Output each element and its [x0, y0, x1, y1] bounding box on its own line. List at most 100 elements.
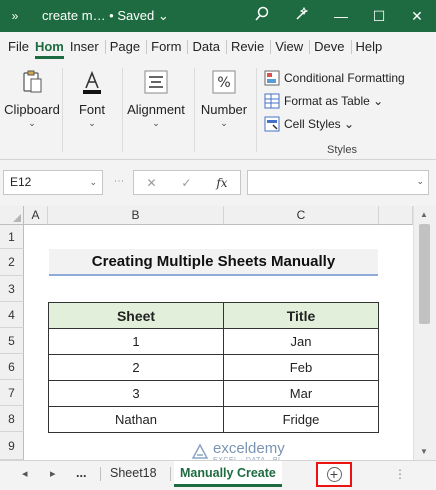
row-header[interactable]: 9: [0, 432, 24, 460]
tab-separator: [146, 40, 148, 54]
tab-data[interactable]: Data: [190, 32, 221, 62]
table-cell[interactable]: 2: [48, 354, 224, 381]
row-header[interactable]: 2: [0, 249, 24, 276]
alignment-group[interactable]: Alignment ⌄: [124, 66, 188, 129]
scroll-thumb[interactable]: [419, 224, 430, 324]
font-label: Font: [78, 102, 105, 117]
number-label: Number: [200, 102, 248, 117]
tab-help[interactable]: Help: [354, 32, 385, 62]
chevron-down-icon: ⌄: [88, 118, 96, 128]
formula-bar-grip[interactable]: ⋮: [113, 176, 124, 185]
table-cell[interactable]: Jan: [223, 328, 379, 355]
font-color-icon: [83, 70, 101, 94]
tab-formulas[interactable]: Form: [149, 32, 183, 62]
name-box[interactable]: E12 ⌄: [3, 170, 103, 195]
number-group[interactable]: % Number ⌄: [196, 66, 252, 129]
column-header-a[interactable]: A: [24, 206, 48, 225]
chevron-down-icon[interactable]: ⌄: [416, 176, 424, 187]
tab-separator: [104, 40, 106, 54]
table-cell[interactable]: Fridge: [223, 406, 379, 433]
watermark-name: exceldemy: [213, 440, 285, 457]
table-row: 3 Mar: [48, 380, 379, 407]
divider: [256, 68, 257, 152]
table-cell[interactable]: 3: [48, 380, 224, 407]
close-button[interactable]: ✕: [398, 8, 436, 25]
next-sheet-icon[interactable]: ▸: [50, 467, 56, 480]
tab-insert[interactable]: Inser: [68, 32, 101, 62]
more-sheets-button[interactable]: ...: [70, 461, 92, 487]
format-as-table-button[interactable]: Format as Table ⌄: [260, 89, 436, 112]
minimize-button[interactable]: —: [322, 8, 360, 24]
percent-icon: %: [212, 70, 236, 94]
vertical-scrollbar[interactable]: ▲ ▼: [413, 206, 436, 460]
tab-review[interactable]: Revie: [229, 32, 266, 62]
tab-page-layout[interactable]: Page: [108, 32, 142, 62]
cell-styles-button[interactable]: Cell Styles ⌄: [260, 112, 436, 135]
row-header[interactable]: 7: [0, 380, 24, 406]
tab-home[interactable]: Hom: [33, 32, 66, 62]
sheet-bar-grip[interactable]: ⋮: [394, 467, 406, 481]
maximize-button[interactable]: ☐: [360, 8, 398, 25]
row-header[interactable]: 4: [0, 302, 24, 328]
row-header[interactable]: 5: [0, 328, 24, 354]
tab-view[interactable]: View: [273, 32, 305, 62]
table-cell[interactable]: Nathan: [48, 406, 224, 433]
cell-styles-label: Cell Styles ⌄: [284, 116, 355, 131]
align-icon: [144, 70, 168, 94]
conditional-formatting-button[interactable]: Conditional Formatting: [260, 66, 436, 89]
search-icon[interactable]: [242, 6, 282, 26]
font-group[interactable]: Font ⌄: [66, 66, 118, 129]
row-header[interactable]: 1: [0, 225, 24, 249]
format-as-table-label: Format as Table ⌄: [284, 93, 384, 108]
sheet-title-cell[interactable]: Creating Multiple Sheets Manually: [49, 249, 378, 276]
sheet-tab-sheet18[interactable]: Sheet18: [104, 461, 163, 487]
table-cell[interactable]: Mar: [223, 380, 379, 407]
cancel-icon[interactable]: ✕: [146, 176, 156, 190]
tab-separator: [350, 40, 352, 54]
table-cell[interactable]: Feb: [223, 354, 379, 381]
divider: [122, 68, 123, 152]
row-header[interactable]: 8: [0, 406, 24, 432]
divider: [100, 467, 101, 481]
clipboard-icon: [23, 70, 42, 93]
table-cell[interactable]: 1: [48, 328, 224, 355]
table-row: Nathan Fridge: [48, 406, 379, 433]
new-sheet-button[interactable]: +: [316, 462, 352, 487]
table-header-sheet[interactable]: Sheet: [48, 302, 224, 329]
conditional-formatting-label: Conditional Formatting: [284, 70, 405, 85]
insert-function-button[interactable]: fx: [216, 176, 227, 190]
format-table-icon: [264, 93, 280, 108]
svg-text:%: %: [217, 75, 230, 91]
prev-sheet-icon[interactable]: ◂: [22, 467, 28, 480]
clipboard-label: Clipboard: [4, 102, 60, 117]
sheet-tab-manually-create[interactable]: Manually Create: [174, 461, 282, 487]
worksheet-grid[interactable]: A B C 1 2 3 4 5 6 7 8 9 Creating Multipl…: [0, 206, 436, 464]
tab-file[interactable]: File: [6, 32, 31, 62]
scroll-down-icon[interactable]: ▼: [420, 447, 428, 456]
row-header[interactable]: 3: [0, 276, 24, 302]
data-table: Sheet Title 1 Jan 2 Feb 3 Mar Nathan Fri…: [48, 302, 379, 433]
workbook-title[interactable]: create m… • Saved ⌄: [30, 8, 242, 24]
table-row: 2 Feb: [48, 354, 379, 381]
clipboard-group[interactable]: Clipboard ⌄: [4, 66, 60, 129]
column-header-d[interactable]: [379, 206, 413, 225]
formula-input[interactable]: ⌄: [247, 170, 429, 195]
enter-icon[interactable]: ✓: [181, 176, 191, 190]
select-all-corner[interactable]: [0, 206, 24, 225]
wand-icon[interactable]: [282, 6, 322, 26]
table-header-title[interactable]: Title: [223, 302, 379, 329]
cell-styles-icon: [264, 116, 280, 131]
quick-access-expand[interactable]: »: [0, 9, 30, 23]
sheet-tabs-bar: ◂ ▸ ... Sheet18 Manually Create + ⋮: [0, 460, 436, 490]
chevron-down-icon[interactable]: ⌄: [89, 171, 97, 194]
tab-separator: [309, 40, 311, 54]
ribbon: Clipboard ⌄ Font ⌄ Alignment ⌄ % Number …: [0, 62, 436, 160]
name-box-value: E12: [10, 175, 32, 189]
row-header[interactable]: 6: [0, 354, 24, 380]
scroll-up-icon[interactable]: ▲: [420, 210, 428, 219]
divider: [194, 68, 195, 152]
tab-developer[interactable]: Deve: [312, 32, 346, 62]
column-header-b[interactable]: B: [48, 206, 224, 225]
column-header-c[interactable]: C: [224, 206, 379, 225]
styles-group: Conditional Formatting Format as Table ⌄…: [260, 66, 436, 135]
